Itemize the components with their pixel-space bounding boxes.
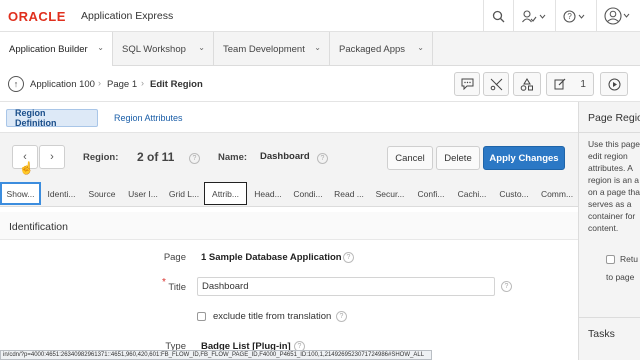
mouse-cursor: ☝ (19, 161, 34, 175)
tasks-heading: Tasks (588, 328, 615, 340)
chevron-right-icon: › (98, 78, 101, 88)
breadcrumb: ↑ Application 100 › Page 1 › Edit Region… (0, 66, 640, 102)
region-toolbar: ‹ › Region: 2 of 11 ? Name: Dashboard ? … (0, 132, 578, 180)
chevron-down-icon[interactable]: ⌄ (97, 43, 104, 52)
tab-show-all[interactable]: Show... (0, 182, 41, 205)
help-icon[interactable]: ? (501, 281, 512, 292)
divider (483, 0, 484, 32)
chevron-right-icon: › (141, 78, 144, 88)
edit-icon (554, 78, 566, 90)
tab-label: SQL Workshop (122, 43, 186, 55)
section-tabs: Show... Identi... Source User I... Grid … (0, 180, 578, 207)
tab-conditions[interactable]: Condi... (289, 182, 327, 205)
tab-application-builder[interactable]: Application Builder ⌄ (0, 32, 113, 67)
divider (513, 0, 514, 32)
region-position: 2 of 11 (137, 150, 175, 164)
panel-description: Use this page edit region attributes. A … (588, 139, 640, 233)
help-icon[interactable]: ? (336, 311, 347, 322)
divider (579, 317, 640, 318)
divider (579, 132, 640, 133)
page-count: 1 (580, 78, 586, 90)
return-to-page-label: Retu (620, 254, 638, 264)
tab-identification[interactable]: Identi... (43, 182, 80, 205)
comment-icon[interactable] (454, 72, 480, 96)
apply-changes-button[interactable]: Apply Changes (483, 146, 565, 170)
tab-custom-attributes[interactable]: Custo... (494, 182, 534, 205)
tab-team-development[interactable]: Team Development ⌄ (214, 32, 330, 66)
name-label: Name: (218, 152, 248, 163)
cancel-button[interactable]: Cancel (387, 146, 433, 170)
section-title: Identification (9, 221, 68, 233)
run-page-icon[interactable] (600, 72, 628, 96)
breadcrumb-page[interactable]: Page 1 (107, 79, 137, 90)
tab-user-interface[interactable]: User I... (124, 182, 162, 205)
tab-region-attributes[interactable]: Region Attributes (106, 109, 191, 127)
help-icon[interactable]: ? (343, 252, 354, 263)
browser-status-url: in/cdn/?p=4000:4651:26340982961371::4651… (0, 350, 432, 360)
tab-read-only[interactable]: Read ... (330, 182, 368, 205)
help-icon[interactable]: ? (560, 4, 590, 28)
person-tasks-icon[interactable] (518, 4, 550, 28)
tab-source[interactable]: Source (83, 182, 121, 205)
breadcrumb-application[interactable]: Application 100 (30, 79, 95, 90)
divider (555, 0, 556, 32)
tab-label: Application Builder (9, 44, 88, 55)
product-name[interactable]: Application Express (81, 10, 173, 22)
exclude-translation-checkbox[interactable] (197, 312, 206, 321)
divider (596, 0, 597, 32)
help-icon[interactable]: ? (317, 153, 328, 164)
return-to-page-label-line2: to page (606, 272, 635, 282)
tab-comments[interactable]: Comm... (537, 182, 577, 205)
search-icon[interactable] (487, 4, 509, 28)
tab-sql-workshop[interactable]: SQL Workshop ⌄ (113, 32, 214, 66)
shared-components-icon[interactable] (513, 72, 541, 96)
chevron-down-icon[interactable]: ⌄ (314, 43, 321, 52)
region-subtabs: Region Definition Region Attributes (0, 102, 578, 132)
breadcrumb-current: Edit Region (150, 79, 203, 90)
page-field-value: 1 Sample Database Application (201, 252, 342, 263)
chevron-down-icon[interactable]: ⌄ (198, 43, 205, 52)
tab-packaged-apps[interactable]: Packaged Apps ⌄ (330, 32, 433, 66)
return-to-page-checkbox[interactable] (606, 255, 615, 264)
chevron-down-icon[interactable]: ⌄ (417, 43, 424, 52)
main-tab-bar: Application Builder ⌄ SQL Workshop ⌄ Tea… (0, 32, 640, 67)
svg-text:?: ? (567, 12, 572, 21)
exclude-translation-label: exclude title from translation (213, 311, 332, 322)
chevron-right-icon: › (50, 151, 54, 163)
debug-icon[interactable] (483, 72, 509, 96)
tab-region-definition[interactable]: Region Definition (6, 108, 98, 128)
user-avatar-icon[interactable] (601, 4, 635, 28)
tab-configuration[interactable]: Confi... (412, 182, 450, 205)
tab-grid-layout[interactable]: Grid L... (165, 182, 203, 205)
identification-section-header[interactable]: Identification (0, 212, 578, 240)
panel-title: Page Regio (588, 112, 640, 124)
tab-attributes[interactable]: Attrib... (204, 182, 247, 205)
title-field-label: Title (168, 282, 186, 293)
region-label: Region: (83, 152, 119, 163)
tab-security[interactable]: Secur... (371, 182, 409, 205)
region-name-value: Dashboard (260, 151, 310, 162)
tab-label: Packaged Apps (339, 43, 406, 55)
delete-button[interactable]: Delete (436, 146, 480, 170)
oracle-logo[interactable]: ORACLE (8, 9, 66, 24)
top-bar: ORACLE Application Express ? (0, 0, 640, 32)
page-region-help-panel: Page Regio Use this page edit region att… (578, 102, 640, 360)
help-icon[interactable]: ? (189, 153, 200, 164)
tab-caching[interactable]: Cachi... (453, 182, 491, 205)
next-region-button[interactable]: › (39, 145, 65, 169)
page-field-label: Page (163, 252, 186, 263)
up-arrow-icon[interactable]: ↑ (8, 76, 24, 92)
tab-header[interactable]: Head... (249, 182, 287, 205)
tab-label: Team Development (223, 43, 305, 55)
edit-page-button[interactable]: 1 (546, 72, 594, 96)
title-input[interactable]: Dashboard (197, 277, 495, 296)
